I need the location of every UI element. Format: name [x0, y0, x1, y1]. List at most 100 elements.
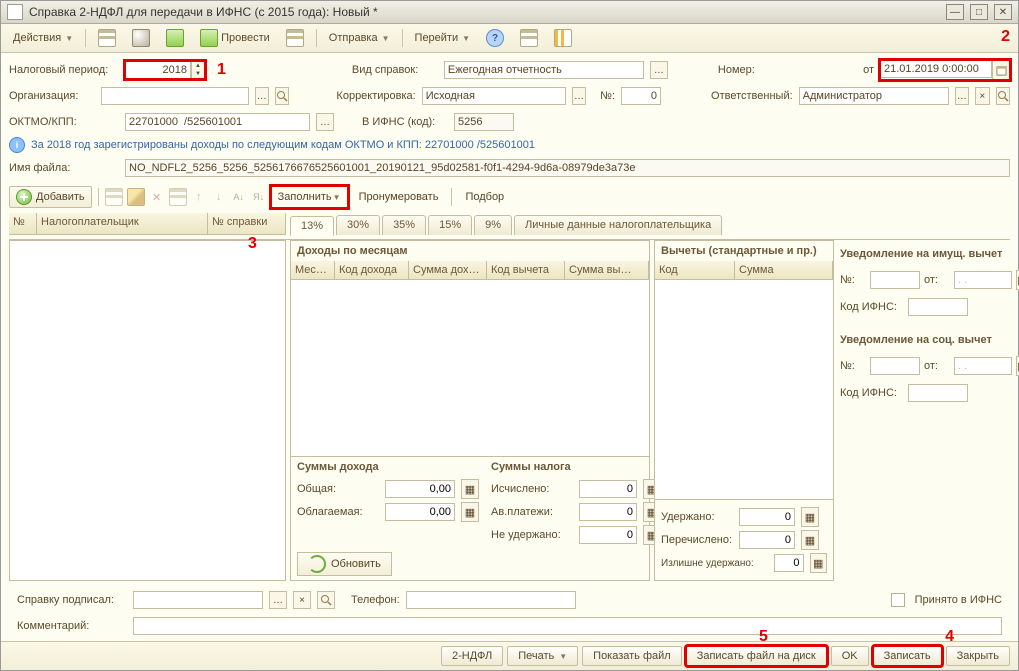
tb2-icon-4[interactable] [169, 188, 187, 206]
org-search[interactable] [275, 87, 289, 105]
accepted-checkbox[interactable] [891, 593, 905, 607]
tb2-icon-down[interactable]: ↓ [211, 189, 227, 205]
inc-col-sum[interactable]: Сумма дох… [409, 261, 487, 279]
oktmo-choose[interactable]: … [316, 113, 334, 131]
resp-choose[interactable]: … [955, 87, 969, 105]
btn-show-file[interactable]: Показать файл [582, 646, 682, 666]
signed-search[interactable] [317, 591, 335, 609]
cert-type-input[interactable] [444, 61, 644, 79]
sum-hold[interactable] [739, 508, 795, 526]
signed-input[interactable] [133, 591, 263, 609]
btn-2ndfl[interactable]: 2-НДФЛ [441, 646, 503, 666]
inc-col-dcode[interactable]: Код вычета [487, 261, 565, 279]
notice-soc-num[interactable] [870, 357, 920, 375]
toolbar-btn-cancel-post[interactable] [280, 26, 310, 50]
resp-input[interactable] [799, 87, 949, 105]
ifns-input [454, 113, 514, 131]
adj-input[interactable] [422, 87, 566, 105]
notice-prop-date[interactable] [954, 271, 1012, 289]
tax-period-spinner[interactable]: ▲▼ [191, 61, 205, 79]
toolbar-extra-1[interactable] [514, 26, 544, 50]
notice-prop-num[interactable] [870, 271, 920, 289]
toolbar-btn-save[interactable] [126, 26, 156, 50]
num-short-input[interactable] [621, 87, 661, 105]
col-payer[interactable]: Налогоплательщик [37, 213, 208, 234]
date-input[interactable] [880, 60, 992, 78]
sum-total[interactable] [385, 480, 455, 498]
signed-choose[interactable]: … [269, 591, 287, 609]
col-cert-no[interactable]: № справки [208, 213, 286, 234]
sum-nothold[interactable] [579, 526, 637, 544]
sum-adv[interactable] [579, 503, 637, 521]
tab-personal[interactable]: Личные данные налогоплательщика [514, 215, 722, 235]
add-button[interactable]: Добавить [9, 186, 92, 208]
refresh-button[interactable]: Обновить [297, 552, 392, 576]
tab-9[interactable]: 9% [474, 215, 512, 235]
tax-period-input[interactable] [125, 61, 191, 79]
org-label: Организация: [9, 90, 95, 102]
help-button[interactable]: ? [480, 26, 510, 50]
calc-icon[interactable]: ▦ [461, 502, 479, 522]
callout-1: 1 [217, 61, 226, 79]
tb2-icon-sort-asc[interactable]: A↓ [231, 189, 247, 205]
tab-35[interactable]: 35% [382, 215, 426, 235]
oktmo-input[interactable] [125, 113, 310, 131]
col-num[interactable]: № [9, 213, 37, 234]
org-choose[interactable]: … [255, 87, 269, 105]
btn-ok[interactable]: OK [831, 646, 869, 666]
sum-calc[interactable] [579, 480, 637, 498]
adj-choose[interactable]: … [572, 87, 586, 105]
tb2-icon-edit[interactable] [127, 188, 145, 206]
resp-clear[interactable]: × [975, 87, 989, 105]
renumber-button[interactable]: Пронумеровать [352, 186, 446, 208]
actions-menu[interactable]: Действия▼ [7, 26, 79, 50]
tb2-icon-up[interactable]: ↑ [191, 189, 207, 205]
toolbar-extra-2[interactable] [548, 26, 578, 50]
notice-prop-ifns[interactable] [908, 298, 968, 316]
info-text: За 2018 год зарегистрированы доходы по с… [31, 139, 535, 151]
btn-save-file[interactable]: Записать файл на диск [686, 646, 827, 666]
goto-menu[interactable]: Перейти▼ [409, 26, 477, 50]
tb2-icon-1[interactable] [105, 188, 123, 206]
tab-13[interactable]: 13% [290, 216, 334, 236]
resp-search[interactable] [996, 87, 1010, 105]
org-input[interactable] [101, 87, 249, 105]
post-button[interactable]: Провести [194, 26, 276, 50]
sum-trans[interactable] [739, 531, 795, 549]
income-grid[interactable] [291, 280, 649, 456]
tb2-icon-sort-desc[interactable]: Я↓ [251, 189, 267, 205]
cert-type-choose[interactable]: … [650, 61, 668, 79]
signed-label: Справку подписал: [17, 594, 127, 606]
pick-button[interactable]: Подбор [458, 186, 511, 208]
tb2-icon-del[interactable]: ✕ [149, 189, 165, 205]
inc-col-month[interactable]: Мес… [291, 261, 335, 279]
signed-clear[interactable]: × [293, 591, 311, 609]
toolbar-btn-reread[interactable] [160, 26, 190, 50]
ded-col-code[interactable]: Код [655, 261, 735, 279]
minimize-button[interactable]: — [946, 4, 964, 20]
employees-grid[interactable] [10, 241, 285, 580]
phone-input[interactable] [406, 591, 576, 609]
tab-15[interactable]: 15% [428, 215, 472, 235]
sum-taxable[interactable] [385, 503, 455, 521]
notice-soc-date[interactable] [954, 357, 1012, 375]
deductions-grid[interactable] [655, 280, 833, 499]
maximize-button[interactable]: □ [970, 4, 988, 20]
calc-icon[interactable]: ▦ [461, 479, 479, 499]
inc-col-dsum[interactable]: Сумма вы… [565, 261, 649, 279]
tab-30[interactable]: 30% [336, 215, 380, 235]
fill-button[interactable]: Заполнить▼ [271, 186, 348, 208]
date-picker-button[interactable] [992, 60, 1010, 80]
send-menu[interactable]: Отправка▼ [323, 26, 396, 50]
inc-col-code[interactable]: Код дохода [335, 261, 409, 279]
toolbar-btn-1[interactable] [92, 26, 122, 50]
ded-col-sum[interactable]: Сумма [735, 261, 833, 279]
notice-soc-title: Уведомление на соц. вычет [840, 330, 1018, 350]
close-button[interactable]: ✕ [994, 4, 1012, 20]
sum-over[interactable] [774, 554, 804, 572]
notice-soc-ifns[interactable] [908, 384, 968, 402]
btn-save[interactable]: Записать [873, 646, 942, 666]
comment-input[interactable] [133, 617, 1002, 635]
btn-close[interactable]: Закрыть [946, 646, 1010, 666]
btn-print[interactable]: Печать▼ [507, 646, 578, 666]
